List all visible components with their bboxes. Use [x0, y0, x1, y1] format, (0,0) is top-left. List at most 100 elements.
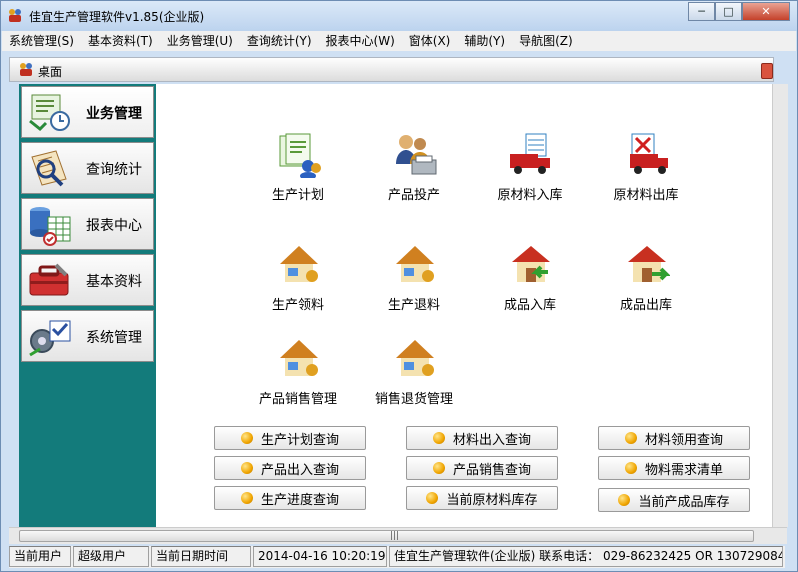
- menu-help[interactable]: 辅助(Y): [457, 31, 512, 51]
- tile-production-plan[interactable]: 生产计划: [238, 132, 358, 212]
- desktop-title: 桌面: [38, 65, 63, 79]
- maximize-icon: □: [723, 5, 734, 18]
- sidebar-item-label: 业务管理: [86, 106, 142, 122]
- tile-label: 原材料出库: [613, 188, 679, 203]
- tile-label: 生产计划: [271, 188, 324, 203]
- button-label: 产品出入查询: [260, 462, 339, 478]
- tile-label: 生产退料: [387, 298, 440, 313]
- button-label: 当前原材料库存: [446, 492, 538, 508]
- menu-basic[interactable]: 基本资料(T): [81, 31, 160, 51]
- menu-query[interactable]: 查询统计(Y): [240, 31, 319, 51]
- desktop-panel: 生产计划 产品投产 原材料入库 原材料出库 生产领料 生产退料 成品入库 成品出…: [156, 84, 772, 527]
- app-window: 佳宜生产管理软件v1.85(企业版) ─ □ ✕ 系统管理(S) 基本资料(T)…: [0, 0, 798, 572]
- close-button[interactable]: ✕: [742, 2, 790, 21]
- desktop-close-button[interactable]: [761, 63, 773, 79]
- sidebar-item-label: 基本资料: [86, 274, 142, 290]
- close-icon: ✕: [761, 5, 771, 18]
- button-label: 生产计划查询: [260, 432, 339, 448]
- menu-system[interactable]: 系统管理(S): [2, 31, 81, 51]
- window-title: 佳宜生产管理软件v1.85(企业版): [29, 10, 205, 24]
- house-icon: [280, 246, 318, 282]
- sidebar-item-basic[interactable]: 基本资料: [21, 254, 154, 306]
- grip-icon: |||: [390, 531, 400, 541]
- bullet-icon: [240, 492, 253, 504]
- tile-production-return[interactable]: 生产退料: [354, 242, 474, 322]
- sidebar-item-system[interactable]: 系统管理: [21, 310, 154, 362]
- status-bar: 当前用户 超级用户 当前日期时间 2014-04-16 10:20:19 佳宜生…: [9, 546, 785, 568]
- query-production-progress-button[interactable]: 生产进度查询: [214, 486, 366, 510]
- tile-label: 销售退货管理: [374, 392, 453, 407]
- toolbox-icon: [29, 263, 69, 296]
- status-user-label: 当前用户: [9, 546, 71, 567]
- tile-product-production[interactable]: 产品投产: [354, 132, 474, 212]
- title-bar[interactable]: 佳宜生产管理软件v1.85(企业版) ─ □ ✕: [1, 1, 797, 31]
- truck-in-icon: [510, 133, 550, 174]
- house-out-icon: [628, 246, 670, 282]
- button-label: 当前产成品库存: [638, 494, 730, 510]
- menu-bar: 系统管理(S) 基本资料(T) 业务管理(U) 查询统计(Y) 报表中心(W) …: [2, 31, 796, 51]
- button-label: 材料出入查询: [452, 432, 531, 448]
- house-in-icon: [512, 246, 550, 282]
- query-material-io-button[interactable]: 材料出入查询: [406, 426, 558, 450]
- sidebar: 业务管理 查询统计 报表中心 基本资料 系统管理: [19, 84, 156, 527]
- vertical-scrollbar[interactable]: [772, 84, 788, 527]
- query-product-sales-button[interactable]: 产品销售查询: [406, 456, 558, 480]
- desktop-title-bar: 桌面: [9, 57, 774, 82]
- sidebar-item-label: 查询统计: [86, 162, 142, 178]
- house-icon: [396, 246, 434, 282]
- tile-label: 产品投产: [387, 188, 440, 203]
- menu-navigation[interactable]: 导航图(Z): [512, 31, 580, 51]
- bullet-icon: [240, 432, 253, 444]
- sidebar-item-label: 报表中心: [86, 218, 142, 234]
- tile-finished-in[interactable]: 成品入库: [470, 242, 590, 322]
- menu-window[interactable]: 窗体(X): [402, 31, 458, 51]
- maximize-button[interactable]: □: [715, 2, 742, 21]
- status-date-label: 当前日期时间: [151, 546, 251, 567]
- desktop-icon: [20, 63, 32, 76]
- query-production-plan-button[interactable]: 生产计划查询: [214, 426, 366, 450]
- minimize-icon: ─: [698, 5, 705, 18]
- current-material-stock-button[interactable]: 当前原材料库存: [406, 486, 558, 510]
- app-icon: [9, 9, 21, 22]
- tile-sales-management[interactable]: 产品销售管理: [238, 336, 358, 416]
- tile-label: 成品出库: [619, 298, 672, 313]
- tile-material-in[interactable]: 原材料入库: [470, 132, 590, 212]
- tile-material-out[interactable]: 原材料出库: [586, 132, 706, 212]
- sidebar-item-label: 系统管理: [86, 330, 142, 346]
- sidebar-item-report[interactable]: 报表中心: [21, 198, 154, 250]
- sidebar-item-query[interactable]: 查询统计: [21, 142, 154, 194]
- button-label: 材料领用查询: [644, 432, 723, 448]
- status-user-value: 超级用户: [73, 546, 149, 567]
- tile-sales-return[interactable]: 销售退货管理: [354, 336, 474, 416]
- menu-business[interactable]: 业务管理(U): [160, 31, 240, 51]
- tile-finished-out[interactable]: 成品出库: [586, 242, 706, 322]
- horizontal-scroll-thumb[interactable]: |||: [19, 530, 754, 542]
- house-icon: [280, 340, 318, 376]
- sidebar-item-business[interactable]: 业务管理: [21, 86, 154, 138]
- bullet-icon: [624, 432, 637, 444]
- query-icon: [31, 150, 67, 187]
- tile-production-pick[interactable]: 生产领料: [238, 242, 358, 322]
- menu-report[interactable]: 报表中心(W): [319, 31, 402, 51]
- status-info: 佳宜生产管理软件(企业版) 联系电话： 029-86232425 OR 1307…: [389, 546, 783, 567]
- horizontal-scrollbar[interactable]: |||: [9, 527, 787, 544]
- bullet-icon: [432, 462, 445, 474]
- bullet-icon: [240, 462, 253, 474]
- query-product-io-button[interactable]: 产品出入查询: [214, 456, 366, 480]
- minimize-button[interactable]: ─: [688, 2, 715, 21]
- status-date-value: 2014-04-16 10:20:19: [253, 546, 387, 567]
- plan-icon: [279, 133, 321, 178]
- report-icon: [30, 207, 71, 246]
- bullet-icon: [426, 492, 439, 504]
- query-material-usage-button[interactable]: 材料领用查询: [598, 426, 750, 450]
- house-icon: [396, 340, 434, 376]
- truck-out-icon: [630, 133, 668, 174]
- bullet-icon: [432, 432, 445, 444]
- button-label: 物料需求清单: [644, 462, 723, 478]
- current-product-stock-button[interactable]: 当前产成品库存: [598, 488, 750, 512]
- production-icon: [396, 135, 437, 175]
- button-label: 产品销售查询: [452, 462, 531, 478]
- material-requirement-list-button[interactable]: 物料需求清单: [598, 456, 750, 480]
- bullet-icon: [624, 462, 637, 474]
- tile-label: 生产领料: [271, 298, 324, 313]
